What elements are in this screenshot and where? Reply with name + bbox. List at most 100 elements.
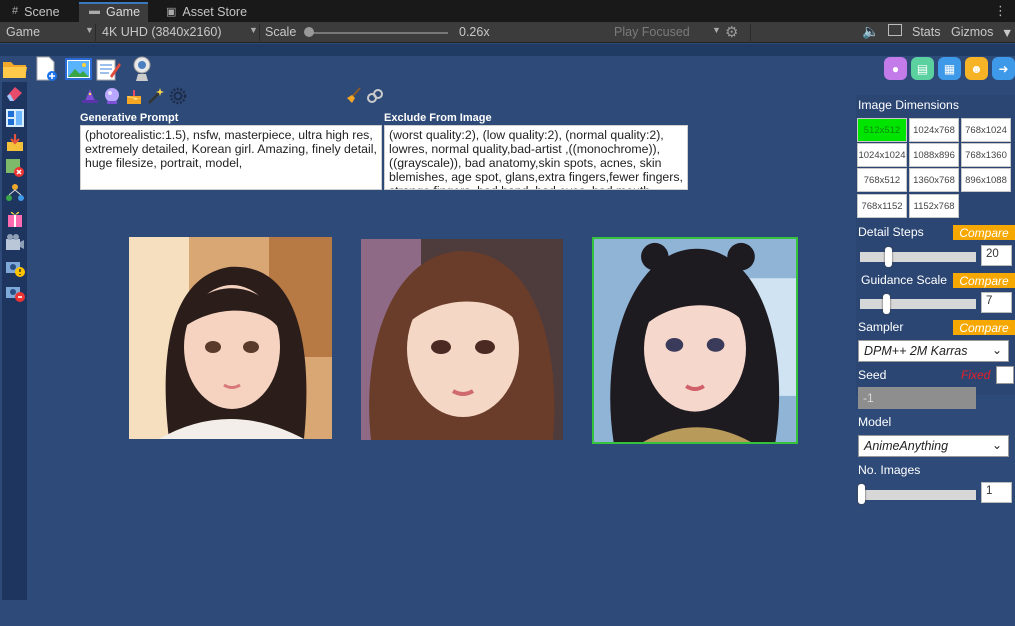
generated-image-2[interactable] <box>361 239 563 440</box>
gift-icon[interactable] <box>5 208 25 228</box>
detail-steps-slider-knob[interactable] <box>885 247 892 267</box>
logout-icon[interactable]: ➜ <box>992 57 1015 80</box>
guidance-scale-compare-button[interactable]: Compare <box>953 273 1015 288</box>
import-icon[interactable] <box>5 133 25 153</box>
layout-icon[interactable] <box>5 108 25 128</box>
sampler-label: Sampler <box>858 320 904 334</box>
store-bag-icon: ▣ <box>166 6 177 18</box>
exclude-prompt-input[interactable]: (worst quality:2), (low quality:2), (nor… <box>384 125 688 190</box>
game-toolbar: Game ▼ 4K UHD (3840x2160) ▼ Scale 0.26x Pl… <box>0 22 1015 43</box>
dimension-option[interactable]: 768x1024 <box>961 118 1011 142</box>
stats-button[interactable]: Stats <box>912 25 941 39</box>
sampler-select[interactable]: DPM++ 2M Karras ⌄ <box>858 340 1009 362</box>
tab-asset-store[interactable]: ▣ Asset Store <box>156 2 255 22</box>
divider <box>259 24 260 41</box>
tab-game[interactable]: ▬ Game <box>79 2 149 22</box>
guidance-scale-label: Guidance Scale <box>861 273 948 287</box>
seed-input[interactable]: -1 <box>858 387 976 409</box>
dimension-option[interactable]: 768x1360 <box>961 143 1011 167</box>
resolution-dropdown[interactable]: 4K UHD (3840x2160) ▼ <box>102 25 258 39</box>
left-tool-sidebar <box>2 82 27 600</box>
model-label: Model <box>858 415 892 429</box>
dropdown-arrow-icon: ▼ <box>85 25 94 35</box>
sampler-compare-button[interactable]: Compare <box>953 320 1015 335</box>
num-images-slider-track[interactable] <box>860 490 976 500</box>
dimension-option[interactable]: 1152x768 <box>909 194 959 218</box>
edit-sheet-icon[interactable] <box>96 57 121 81</box>
generated-image-1[interactable] <box>129 237 332 439</box>
generative-prompt-label: Generative Prompt <box>80 112 179 124</box>
divider <box>95 24 96 41</box>
more-options-icon[interactable]: ⋮ <box>994 3 1007 19</box>
editor-tab-bar: # Scene ▬ Game ▣ Asset Store ⋮ <box>0 0 1015 22</box>
chevron-down-icon: ⌄ <box>991 438 1002 452</box>
chevron-down-icon: ⌄ <box>991 343 1002 357</box>
dimension-option[interactable]: 896x1088 <box>961 168 1011 192</box>
settings-gear-icon[interactable] <box>168 86 188 106</box>
scale-value: 0.26x <box>459 25 490 39</box>
dropdown-arrow-icon: ▼ <box>249 25 258 35</box>
guidance-scale-input[interactable]: 7 <box>981 292 1012 313</box>
link-icon[interactable] <box>365 86 385 106</box>
wizard-hat-icon[interactable] <box>80 86 100 106</box>
gizmos-button[interactable]: Gizmos <box>951 25 993 39</box>
seed-label: Seed <box>858 368 887 382</box>
divider <box>750 24 751 41</box>
camera-error-icon[interactable] <box>5 283 25 303</box>
lightbulb-icon[interactable]: ● <box>884 57 907 80</box>
dimension-option[interactable]: 768x1152 <box>857 194 907 218</box>
seed-fixed-label: Fixed <box>961 368 991 382</box>
seed-fixed-checkbox[interactable] <box>996 366 1014 384</box>
crystal-ball-icon[interactable] <box>102 86 122 106</box>
gizmos-dropdown-icon[interactable]: ▼ <box>1001 26 1013 40</box>
scale-slider-knob[interactable] <box>304 27 314 37</box>
camera-film-icon[interactable] <box>5 233 25 253</box>
dimension-option[interactable]: 1360x768 <box>909 168 959 192</box>
detail-steps-input[interactable]: 20 <box>981 245 1012 266</box>
camera-warning-icon[interactable] <box>5 258 25 278</box>
tab-scene[interactable]: # Scene <box>2 2 68 22</box>
bug-icon[interactable]: ⚙ <box>725 23 738 41</box>
webcam-icon[interactable] <box>130 56 154 81</box>
image-gallery-icon[interactable] <box>65 58 92 82</box>
dimension-option[interactable]: 512x512 <box>857 118 907 142</box>
folder-icon[interactable] <box>2 58 27 82</box>
scale-label: Scale <box>265 25 297 39</box>
num-images-slider-knob[interactable] <box>858 484 865 504</box>
detail-steps-compare-button[interactable]: Compare <box>953 225 1015 240</box>
user-icon[interactable]: ☻ <box>965 57 988 80</box>
new-file-icon[interactable] <box>35 56 59 81</box>
id-card-icon[interactable]: ▦ <box>938 57 961 80</box>
num-images-input[interactable]: 1 <box>981 482 1012 503</box>
scene-grid-icon: # <box>12 5 19 17</box>
document-icon[interactable]: ▤ <box>911 57 934 80</box>
hierarchy-icon[interactable] <box>5 183 25 203</box>
dimension-option[interactable]: 768x512 <box>857 168 907 192</box>
guidance-scale-slider-track[interactable] <box>860 299 976 309</box>
exclude-prompt-label: Exclude From Image <box>384 112 492 124</box>
guidance-scale-slider-knob[interactable] <box>883 294 890 314</box>
top-strip <box>0 44 1015 56</box>
broom-icon[interactable] <box>343 86 363 106</box>
aspect-grid-icon[interactable] <box>888 24 902 36</box>
dimension-option[interactable]: 1024x768 <box>909 118 959 142</box>
display-dropdown[interactable]: Game ▼ <box>6 25 94 39</box>
generative-prompt-input[interactable]: (photorealistic:1.5), nsfw, masterpiece,… <box>80 125 382 190</box>
model-select[interactable]: AnimeAnything ⌄ <box>858 435 1009 457</box>
dimension-option[interactable]: 1024x1024 <box>857 143 907 167</box>
image-dimensions-label: Image Dimensions <box>858 98 959 112</box>
play-mode-dropdown[interactable]: Play Focused ▼ <box>614 25 721 39</box>
gamepad-icon: ▬ <box>89 5 100 17</box>
audio-icon[interactable]: 🔈 <box>862 23 879 40</box>
num-images-label: No. Images <box>858 463 921 477</box>
eraser-icon[interactable] <box>5 84 25 104</box>
generated-image-3[interactable] <box>592 237 798 444</box>
scale-slider-track[interactable] <box>308 32 448 34</box>
delete-image-icon[interactable] <box>5 158 25 178</box>
cake-icon[interactable] <box>124 86 144 106</box>
dropdown-arrow-icon: ▼ <box>712 25 721 35</box>
magic-wand-icon[interactable] <box>146 86 166 106</box>
detail-steps-label: Detail Steps <box>858 225 924 239</box>
dimension-option[interactable]: 1088x896 <box>909 143 959 167</box>
detail-steps-slider-track[interactable] <box>860 252 976 262</box>
